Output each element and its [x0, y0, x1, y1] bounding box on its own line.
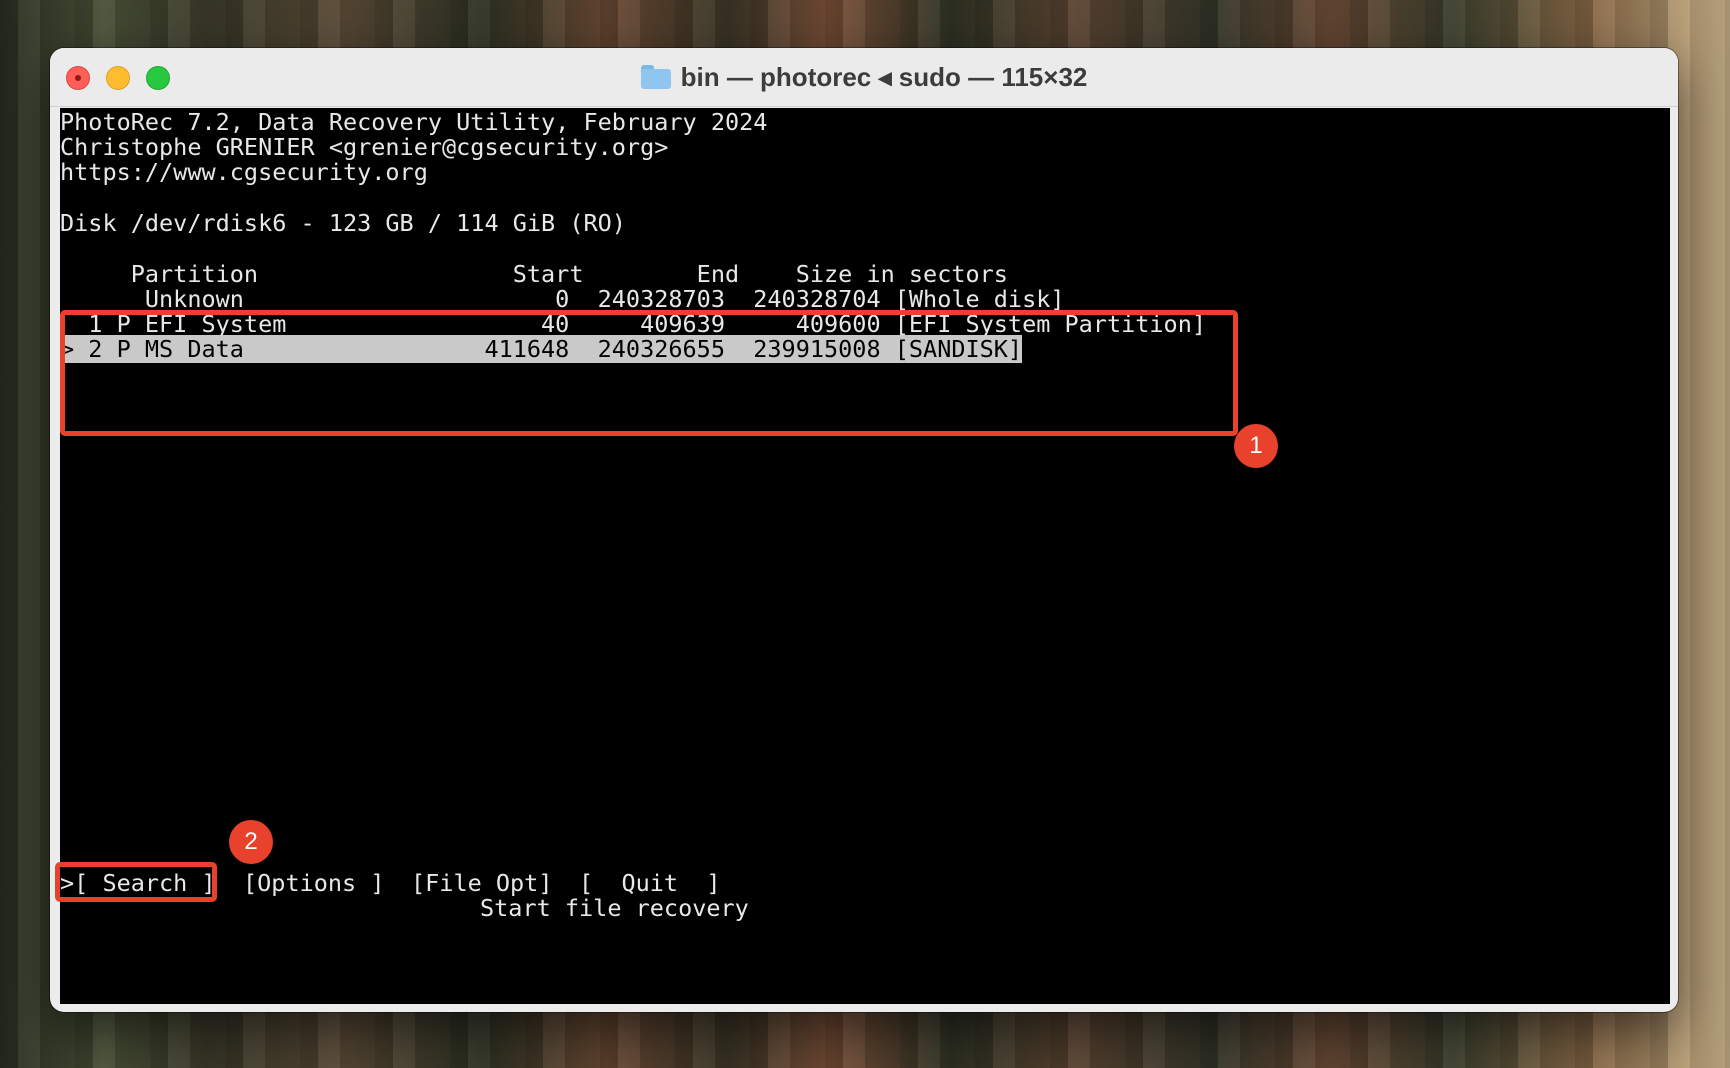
search-highlight-box — [55, 862, 217, 902]
header-line-2: Christophe GRENIER <grenier@cgsecurity.o… — [60, 133, 669, 161]
terminal-screen[interactable]: PhotoRec 7.2, Data Recovery Utility, Feb… — [55, 108, 1670, 1004]
header-line-3: https://www.cgsecurity.org — [60, 158, 428, 186]
options-menu-item[interactable]: [Options ] — [243, 869, 384, 897]
status-line: Start file recovery — [480, 894, 749, 922]
terminal-window: bin — photorec ◂ sudo — 115×32 PhotoRec … — [50, 48, 1678, 1012]
annotation-badge-2: 2 — [229, 820, 273, 864]
partition-highlight-box — [60, 310, 1238, 436]
annotation-badge-1: 1 — [1234, 424, 1278, 468]
quit-menu-item[interactable]: [ Quit ] — [579, 869, 720, 897]
header-line-1: PhotoRec 7.2, Data Recovery Utility, Feb… — [60, 108, 768, 136]
folder-icon — [640, 65, 671, 89]
title-bar: bin — photorec ◂ sudo — 115×32 — [50, 48, 1678, 107]
window-title: bin — photorec ◂ sudo — 115×32 — [50, 62, 1678, 93]
partition-row-unknown[interactable]: Unknown 0 240328703 240328704 [Whole dis… — [60, 285, 1065, 313]
partition-table-header: Partition Start End Size in sectors — [60, 260, 1008, 288]
disk-info: Disk /dev/rdisk6 - 123 GB / 114 GiB (RO) — [60, 209, 626, 237]
file-opt-menu-item[interactable]: [File Opt] — [411, 869, 552, 897]
window-title-text: bin — photorec ◂ sudo — 115×32 — [680, 62, 1088, 92]
